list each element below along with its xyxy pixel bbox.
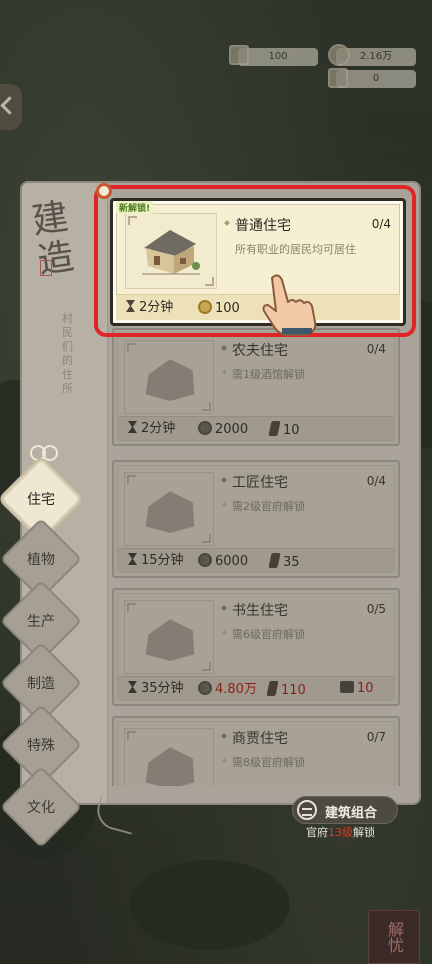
unlock-requirement: 需1级酒馆解锁 — [232, 368, 305, 381]
wood-icon — [266, 681, 279, 696]
wood-resource: 100 — [238, 48, 318, 66]
coin-icon — [328, 44, 350, 66]
wood-cost: 10 — [283, 423, 300, 438]
unlock-requirement: 需2级官府解锁 — [232, 500, 305, 513]
hourglass-icon — [128, 553, 137, 565]
building-count: 0/7 — [366, 730, 386, 744]
wood-icon — [229, 45, 249, 65]
wood-icon — [268, 553, 281, 568]
building-count: 0/5 — [366, 602, 386, 616]
unlock-requirement: 需6级官府解锁 — [232, 628, 305, 641]
building-thumbnail — [125, 213, 217, 289]
building-name: 商贾住宅 — [232, 728, 288, 748]
building-card-merchant[interactable]: 商贾住宅 0/7 需8级官府解锁 — [112, 716, 400, 786]
building-name: 工匠住宅 — [232, 472, 288, 492]
coin-icon — [198, 681, 212, 695]
back-button[interactable] — [0, 84, 22, 130]
building-count: 0/4 — [366, 474, 386, 488]
hourglass-icon — [126, 300, 135, 312]
stone-cost: 10 — [357, 681, 374, 696]
building-thumbnail — [124, 472, 214, 546]
coin-cost: 6000 — [215, 554, 249, 569]
cost-row: 15分钟 6000 35 — [118, 548, 394, 572]
combo-unlock-hint: 官府13级解锁 — [306, 824, 375, 840]
coin-cost: 100 — [215, 301, 240, 316]
building-thumbnail — [124, 340, 214, 414]
seal-stamp — [40, 260, 52, 276]
stone-count: 0 — [372, 73, 380, 84]
cost-row: 2分钟 2000 10 — [118, 416, 394, 440]
ring-icon — [96, 183, 112, 199]
house-image — [142, 230, 200, 275]
building-name: 普通住宅 — [235, 215, 291, 235]
tab-culture-label: 文化 — [27, 800, 55, 816]
building-count: 0/4 — [371, 217, 391, 231]
coin-icon — [198, 553, 212, 567]
coin-cost: 4.80万 — [215, 682, 257, 697]
hint-level: 13级 — [328, 826, 353, 839]
wood-cost: 35 — [283, 555, 300, 570]
pointing-hand-icon — [262, 274, 317, 336]
stone-icon — [328, 68, 348, 88]
tab-special-label: 特殊 — [27, 738, 55, 754]
wood-cost: 110 — [281, 683, 306, 698]
wood-count: 100 — [268, 51, 288, 62]
hourglass-icon — [128, 681, 137, 693]
tab-plants-label: 植物 — [27, 552, 55, 568]
building-name: 农夫住宅 — [232, 340, 288, 360]
building-thumbnail — [124, 728, 214, 786]
building-name: 书生住宅 — [232, 600, 288, 620]
stone-resource: 0 — [336, 70, 416, 88]
build-time: 2分钟 — [141, 421, 176, 436]
building-count: 0/4 — [366, 342, 386, 356]
build-time: 15分钟 — [141, 553, 184, 568]
build-time: 2分钟 — [139, 300, 174, 315]
hint-prefix: 官府 — [306, 826, 328, 839]
stone-icon — [340, 681, 354, 693]
building-thumbnail — [124, 600, 214, 674]
coin-count: 2.16万 — [359, 51, 393, 62]
building-description: 所有职业的居民均可居住 — [235, 243, 356, 256]
jieyou-button[interactable]: 解忧 — [368, 910, 420, 964]
hourglass-icon — [128, 421, 137, 433]
cost-row: 35分钟 4.80万 110 10 — [118, 676, 394, 700]
building-card-craftsman[interactable]: 工匠住宅 0/4 需2级官府解锁 15分钟 6000 35 — [112, 460, 400, 578]
unlock-requirement: 需8级官府解锁 — [232, 756, 305, 769]
build-time: 35分钟 — [141, 681, 184, 696]
coin-icon — [198, 300, 212, 314]
combo-label: 建筑组合 — [325, 806, 378, 821]
combo-icon — [297, 800, 317, 820]
building-card-scholar[interactable]: 书生住宅 0/5 需6级官府解锁 35分钟 4.80万 110 10 — [112, 588, 400, 706]
tab-production-label: 生产 — [27, 614, 55, 630]
panel-subtitle: 村民们的住所 — [62, 312, 73, 395]
building-combo-button[interactable]: 建筑组合 — [292, 796, 398, 824]
tab-manufacturing-label: 制造 — [27, 676, 55, 692]
wood-icon — [268, 421, 281, 436]
new-unlock-badge: 新解锁! — [116, 201, 154, 214]
coin-cost: 2000 — [215, 422, 249, 437]
hint-suffix: 解锁 — [353, 826, 375, 839]
coin-icon — [198, 421, 212, 435]
building-card-farmer[interactable]: 农夫住宅 0/4 需1级酒馆解锁 2分钟 2000 10 — [112, 328, 400, 446]
